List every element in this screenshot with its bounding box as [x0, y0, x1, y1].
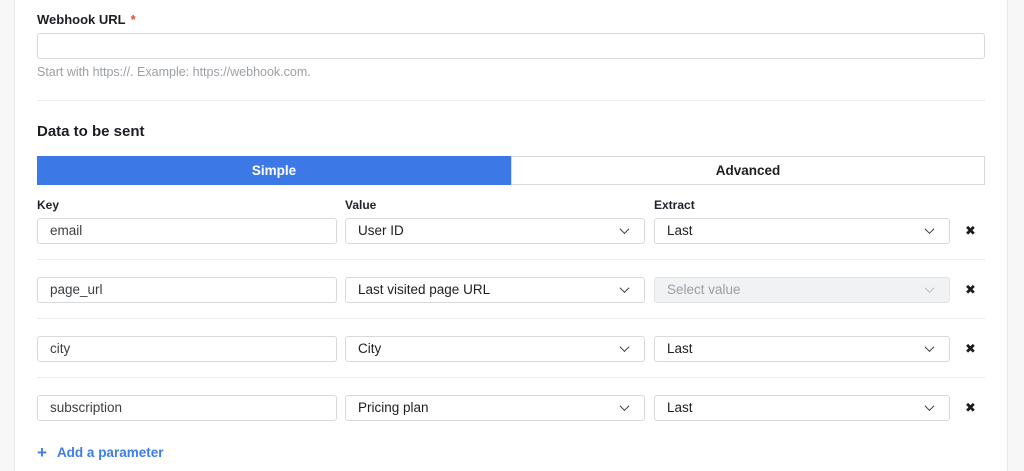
key-input[interactable] [37, 217, 337, 244]
extract-select[interactable]: Last [654, 217, 950, 244]
remove-row-button[interactable]: ✖ [965, 401, 976, 414]
key-input[interactable] [37, 335, 337, 362]
chevron-down-icon [924, 342, 935, 353]
value-select[interactable]: User ID [345, 217, 645, 244]
webhook-url-label: Webhook URL * [37, 13, 985, 26]
extract-select-text: Select value [667, 282, 741, 297]
remove-row-button[interactable]: ✖ [965, 283, 976, 296]
extract-select-text: Last [667, 223, 693, 238]
value-select-text: User ID [358, 223, 404, 238]
value-select-text: Pricing plan [358, 400, 429, 415]
data-section-title: Data to be sent [37, 122, 145, 140]
chevron-down-icon [924, 401, 935, 412]
add-parameter-label: Add a parameter [56, 444, 164, 460]
value-select[interactable]: Last visited page URL [345, 276, 645, 303]
value-select-text: Last visited page URL [358, 282, 491, 297]
value-select-text: City [358, 341, 382, 356]
value-select[interactable]: City [345, 335, 645, 362]
extract-select[interactable]: Select value [654, 276, 950, 303]
webhook-url-helper-text: Start with https://. Example: https://we… [37, 65, 311, 79]
add-parameter-button[interactable]: + Add a parameter [37, 442, 164, 471]
key-input[interactable] [37, 276, 337, 303]
close-icon: ✖ [965, 282, 976, 297]
chevron-down-icon [619, 401, 630, 412]
chevron-down-icon [924, 224, 935, 235]
column-header-extract: Extract [654, 197, 695, 212]
webhook-url-label-text: Webhook URL [37, 12, 126, 27]
extract-select[interactable]: Last [654, 335, 950, 362]
column-header-key: Key [37, 197, 60, 212]
key-input[interactable] [37, 394, 337, 421]
param-row: Last visited page URL Select value ✖ [37, 276, 985, 303]
remove-row-button[interactable]: ✖ [965, 224, 976, 237]
chevron-down-icon [924, 283, 935, 294]
tab-simple[interactable]: Simple [37, 155, 511, 185]
param-column-headers: Key Value Extract [37, 199, 985, 211]
webhook-url-section: Webhook URL * Start with https://. Exampl… [37, 0, 985, 79]
chevron-down-icon [619, 342, 630, 353]
close-icon: ✖ [965, 400, 976, 415]
param-row: User ID Last ✖ [37, 217, 985, 244]
param-row: City Last ✖ [37, 335, 985, 362]
tab-advanced[interactable]: Advanced [511, 155, 985, 185]
extract-select-text: Last [667, 400, 693, 415]
row-separator [37, 376, 985, 378]
close-icon: ✖ [965, 223, 976, 238]
param-row: Pricing plan Last ✖ [37, 394, 985, 421]
webhook-settings-panel: Webhook URL * Start with https://. Exampl… [14, 0, 1008, 471]
chevron-down-icon [619, 224, 630, 235]
extract-select-text: Last [667, 341, 693, 356]
webhook-url-input[interactable] [37, 33, 985, 59]
param-rows: User ID Last ✖ Last visited page URL Sel… [37, 217, 985, 421]
remove-row-button[interactable]: ✖ [965, 342, 976, 355]
extract-select[interactable]: Last [654, 394, 950, 421]
chevron-down-icon [619, 283, 630, 294]
plus-icon: + [37, 442, 47, 462]
required-asterisk: * [130, 12, 136, 27]
column-header-value: Value [345, 197, 377, 212]
row-separator [37, 317, 985, 319]
value-select[interactable]: Pricing plan [345, 394, 645, 421]
mode-tabs: Simple Advanced [37, 155, 985, 185]
close-icon: ✖ [965, 341, 976, 356]
row-separator [37, 258, 985, 260]
